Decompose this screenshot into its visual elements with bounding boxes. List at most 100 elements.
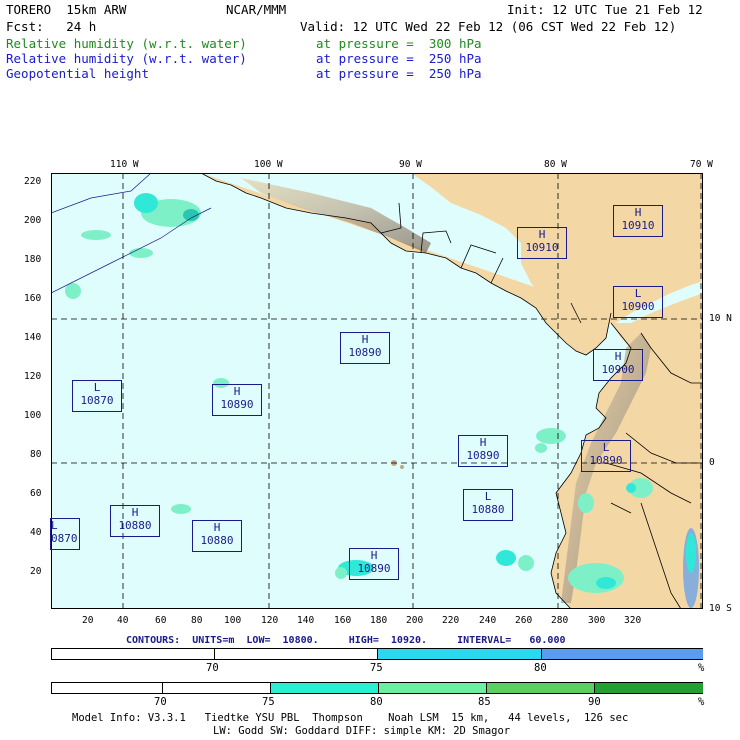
x-tick: 320 [624,615,642,626]
lon-label-100w: 100 W [254,159,283,170]
colorbar-segment [378,683,486,693]
model-info-line1: Model Info: V3.3.1 Tiedtke YSU PBL Thomp… [72,712,629,724]
model-info-line2: LW: Godd SW: Goddard DIFF: simple KM: 2D… [213,725,511,737]
model-title: TORERO 15km ARW [6,2,127,17]
lon-label-110w: 110 W [110,159,139,170]
org-label: NCAR/MMM [226,2,287,17]
map-canvas [50,172,703,610]
high-low-marker: H 10880 [110,505,160,537]
high-low-marker: H 10890 [349,548,399,580]
marker-value: 10880 [471,503,505,516]
high-low-marker: L 10880 [463,489,513,521]
x-tick: 240 [479,615,497,626]
colorbar-segment [377,649,541,659]
x-tick: 120 [261,615,279,626]
colorbar-tick [270,683,271,693]
colorbar-tick [486,683,487,693]
colorbar-label: % [698,696,705,708]
colorbar-label: % [698,662,705,674]
marker-type: H [361,333,369,346]
field-1-level: at pressure = 300 hPa [316,36,482,51]
high-low-marker: H 10900 [593,349,643,381]
field-3-level: at pressure = 250 hPa [316,66,482,81]
x-tick: 280 [551,615,569,626]
colorbar-tick [214,649,215,659]
high-low-marker: L 10870 [72,380,122,412]
colorbar-label: 75 [262,696,275,708]
high-low-marker: H 10890 [458,435,508,467]
lon-label-90w: 90 W [399,159,422,170]
init-time: Init: 12 UTC Tue 21 Feb 12 [507,2,703,17]
marker-type: H [479,436,487,449]
high-low-marker: H 10880 [192,520,242,552]
marker-value: 10890 [466,449,500,462]
marker-type: H [538,228,546,241]
valid-time: Valid: 12 UTC Wed 22 Feb 12 (06 CST Wed … [300,19,677,34]
x-tick: 140 [297,615,315,626]
colorbar-segment [541,649,703,659]
marker-value: 10880 [200,534,234,547]
colorbar-tick [162,683,163,693]
marker-type: H [131,506,139,519]
y-tick: 40 [30,527,42,538]
lat-label-0: 0 [709,457,715,468]
x-tick: 260 [515,615,533,626]
colorbar-label: 80 [370,696,383,708]
marker-value: 10900 [621,300,655,313]
high-low-marker: H 10890 [340,332,390,364]
marker-value: 0870 [51,532,78,545]
x-tick: 60 [155,615,167,626]
colorbar-tick [377,649,378,659]
y-tick: 80 [30,449,42,460]
y-tick: 120 [24,371,42,382]
marker-value: 10890 [348,346,382,359]
y-tick: 180 [24,254,42,265]
y-tick: 60 [30,488,42,499]
x-tick: 180 [370,615,388,626]
lon-label-80w: 80 W [544,159,567,170]
marker-value: 10890 [357,562,391,575]
x-tick: 80 [191,615,203,626]
marker-value: 10910 [621,219,655,232]
y-tick: 100 [24,410,42,421]
contour-info: CONTOURS: UNITS=m LOW= 10800. HIGH= 1092… [126,635,566,646]
marker-type: L [634,287,642,300]
x-tick: 160 [334,615,352,626]
field-2-level: at pressure = 250 hPa [316,51,482,66]
high-low-marker: H 10890 [212,384,262,416]
colorbar-segment [486,683,594,693]
marker-value: 10870 [80,394,114,407]
high-low-marker: L 10900 [613,286,663,318]
y-tick: 220 [24,176,42,187]
y-tick: 200 [24,215,42,226]
forecast-hour: Fcst: 24 h [6,19,97,34]
x-tick: 200 [406,615,424,626]
marker-type: H [233,385,241,398]
colorbar-tick [594,683,595,693]
marker-type: L [93,381,101,394]
field-2-name: Relative humidity (w.r.t. water) [6,51,247,66]
lon-label-70w: 70 W [690,159,713,170]
colorbar-label: 70 [154,696,167,708]
high-low-marker: H 10910 [517,227,567,259]
y-tick: 140 [24,332,42,343]
x-tick: 300 [588,615,606,626]
marker-value: 10890 [589,454,623,467]
marker-type: L [602,441,610,454]
marker-value: 10890 [220,398,254,411]
colorbar-label: 75 [370,662,383,674]
lat-label-10n: 10 N [709,313,732,324]
colorbar-label: 70 [206,662,219,674]
high-low-marker: L 0870 [50,518,80,550]
marker-type: H [614,350,622,363]
x-tick: 100 [224,615,242,626]
lat-label-10s: 10 S [709,603,732,614]
marker-type: L [484,490,492,503]
marker-value: 10910 [525,241,559,254]
colorbar-segment [594,683,703,693]
field-3-name: Geopotential height [6,66,149,81]
marker-type: H [634,206,642,219]
colorbar-label: 80 [534,662,547,674]
high-low-marker: H 10910 [613,205,663,237]
y-tick: 160 [24,293,42,304]
